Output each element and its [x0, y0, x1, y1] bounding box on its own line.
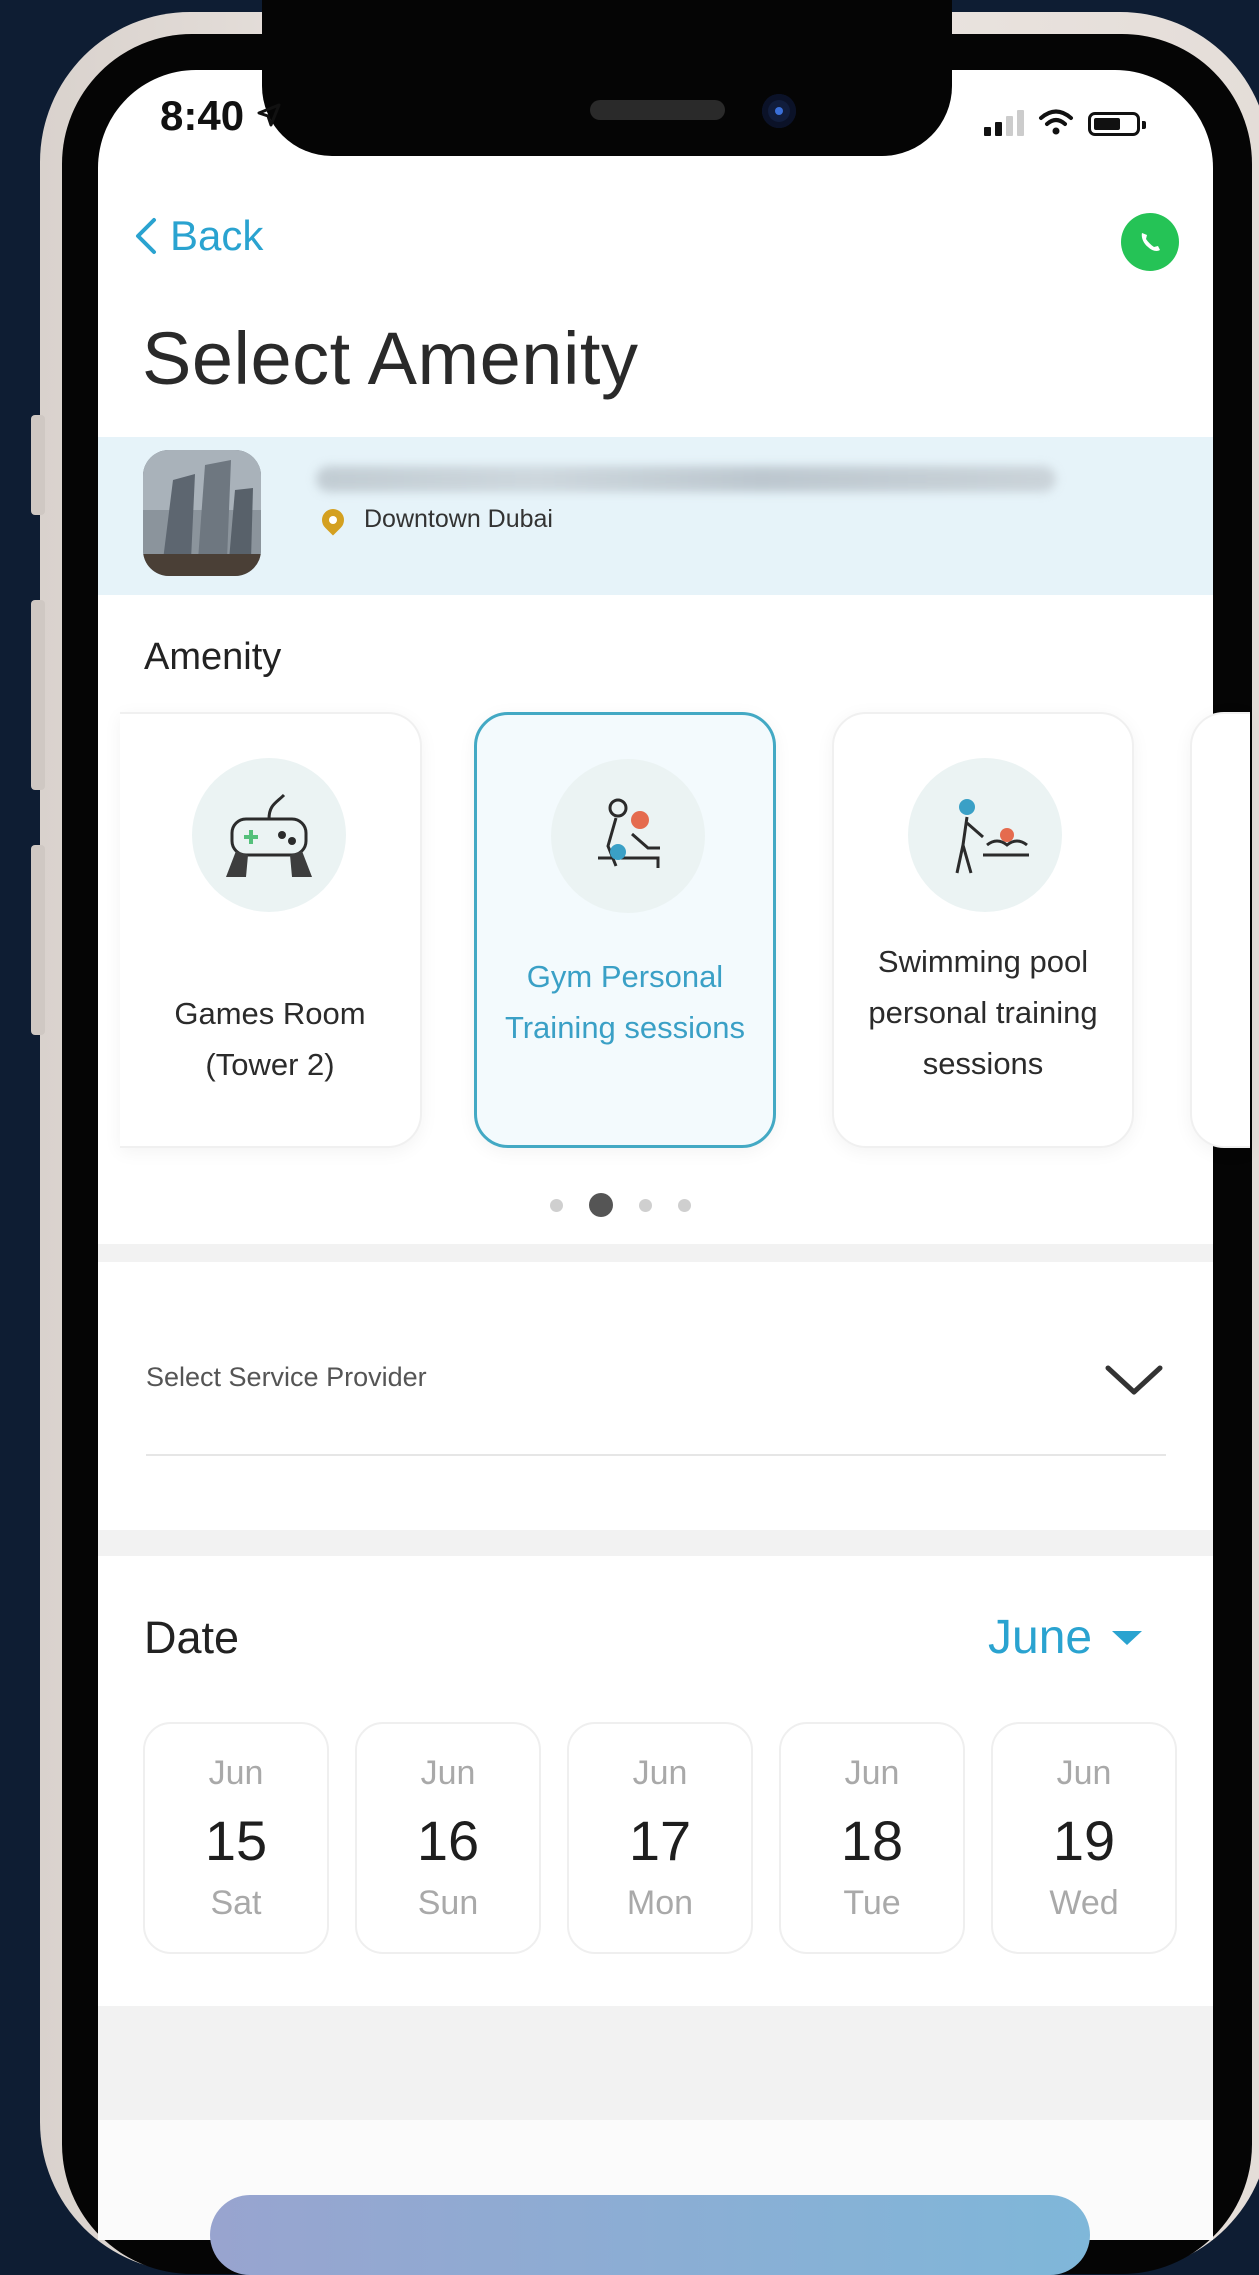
amenity-card-games-room[interactable]: Games Room (Tower 2) [120, 712, 422, 1148]
caret-down-icon [1112, 1630, 1143, 1645]
amenity-card-next-partial[interactable] [1190, 712, 1250, 1148]
amenity-card-swimming-training[interactable]: Swimming pool personal training sessions [832, 712, 1134, 1148]
service-provider-underline [146, 1454, 1166, 1456]
page-title: Select Amenity [142, 317, 639, 400]
swim-trainer-icon [908, 758, 1062, 912]
date-chip-month: Jun [420, 1754, 476, 1792]
mute-switch [31, 415, 45, 515]
date-chip-weekday: Tue [843, 1884, 901, 1922]
date-chip-weekday: Sat [210, 1884, 262, 1922]
section-divider [98, 2006, 1213, 2120]
date-chip-day: 18 [840, 1809, 904, 1872]
date-chip[interactable]: Jun 17 Mon [567, 1722, 753, 1954]
continue-button[interactable] [210, 2195, 1090, 2275]
personal-trainer-icon [551, 759, 705, 913]
front-camera [762, 94, 796, 128]
date-chip-day: 15 [204, 1809, 268, 1872]
month-label: June [988, 1611, 1093, 1664]
carousel-dot[interactable] [550, 1198, 563, 1212]
date-chip-month: Jun [1056, 1754, 1112, 1792]
month-selector[interactable]: June [988, 1610, 1143, 1665]
carousel-dot[interactable] [678, 1198, 691, 1212]
date-chip[interactable]: Jun 19 Wed [991, 1722, 1177, 1954]
whatsapp-button[interactable] [1121, 213, 1179, 271]
property-thumbnail [143, 450, 261, 576]
status-time-text: 8:40 [160, 92, 245, 139]
earpiece-speaker [590, 100, 725, 120]
chevron-down-icon[interactable] [1104, 1362, 1164, 1398]
carousel-dot-active[interactable] [589, 1193, 613, 1217]
volume-down-button [31, 845, 45, 1035]
battery-icon [1088, 112, 1146, 136]
property-banner [98, 437, 1213, 595]
notch [262, 0, 952, 156]
carousel-dot[interactable] [639, 1198, 652, 1212]
date-chip-day: 17 [628, 1809, 692, 1872]
date-chip-day: 19 [1052, 1809, 1116, 1872]
date-chip-day: 16 [416, 1809, 480, 1872]
wifi-icon [1039, 109, 1073, 135]
whatsapp-icon [1141, 233, 1160, 251]
date-chip-month: Jun [208, 1754, 264, 1792]
property-location-text: Downtown Dubai [364, 505, 553, 533]
back-button[interactable]: Back [134, 212, 263, 260]
location-arrow-icon [257, 103, 281, 127]
date-chip[interactable]: Jun 15 Sat [143, 1722, 329, 1954]
date-chip-weekday: Sun [417, 1884, 479, 1922]
location-pin-icon [317, 503, 349, 536]
cellular-signal-icon [984, 110, 1024, 136]
amenity-card-label: Gym Personal Training sessions [504, 959, 746, 1045]
back-label: Back [170, 212, 264, 259]
date-section-label: Date [144, 1612, 240, 1663]
carousel-pagination [550, 1193, 691, 1217]
amenity-section-label: Amenity [144, 636, 282, 678]
game-controller-icon [192, 758, 346, 912]
service-provider-placeholder[interactable]: Select Service Provider [146, 1362, 427, 1393]
volume-up-button [31, 600, 45, 790]
property-location: Downtown Dubai [317, 503, 553, 536]
amenity-card-label: Games Room (Tower 2) [174, 996, 366, 1082]
section-divider [98, 1244, 1213, 1262]
amenity-card-gym-training[interactable]: Gym Personal Training sessions [474, 712, 776, 1148]
amenity-card-label: Swimming pool personal training sessions [868, 944, 1098, 1081]
date-chip[interactable]: Jun 16 Sun [355, 1722, 541, 1954]
date-chip-weekday: Mon [626, 1884, 694, 1922]
date-chip-weekday: Wed [1049, 1884, 1119, 1922]
date-chip-month: Jun [844, 1754, 900, 1792]
status-icons [984, 108, 1146, 136]
chevron-left-icon [136, 218, 156, 254]
date-chip-month: Jun [632, 1754, 688, 1792]
section-divider [98, 1530, 1213, 1556]
date-chip[interactable]: Jun 18 Tue [779, 1722, 965, 1954]
status-time: 8:40 [160, 92, 282, 140]
property-address-redacted [316, 466, 1056, 492]
